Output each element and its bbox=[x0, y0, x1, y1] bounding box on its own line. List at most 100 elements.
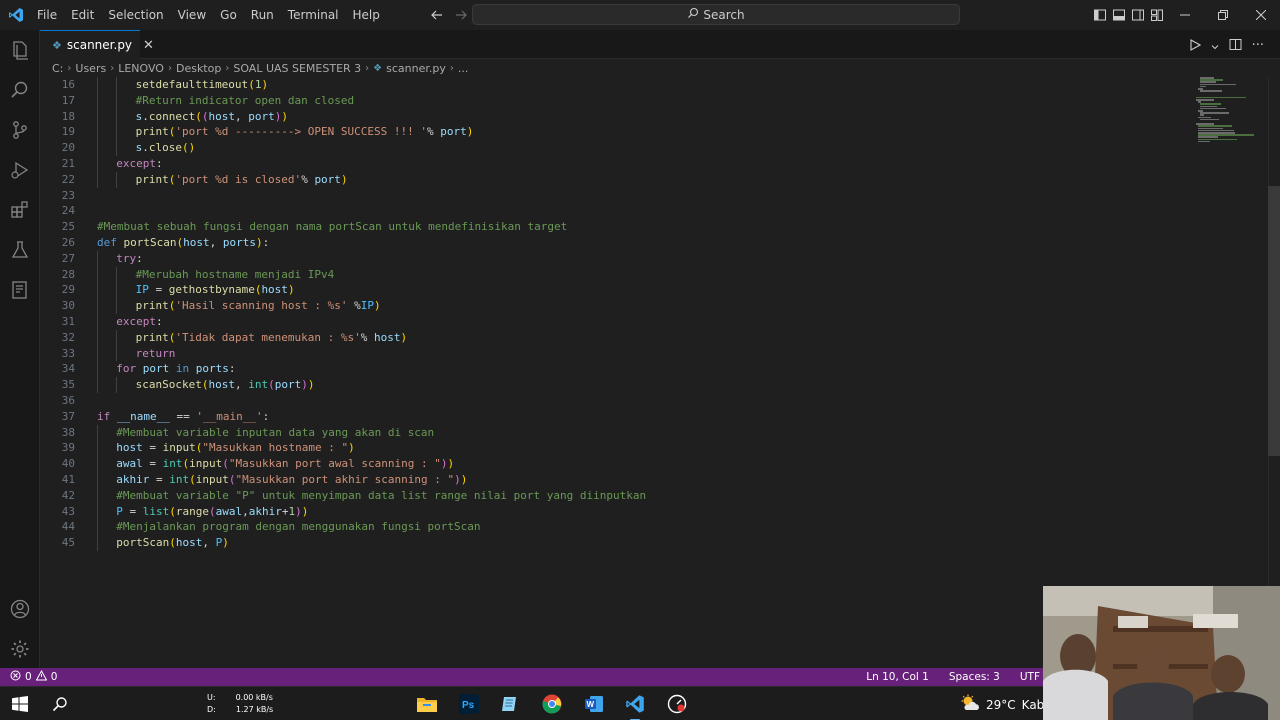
indent-guide bbox=[97, 377, 98, 393]
menu-terminal[interactable]: Terminal bbox=[281, 0, 346, 30]
menu-edit[interactable]: Edit bbox=[64, 0, 101, 30]
customize-layout-icon[interactable] bbox=[1149, 7, 1165, 23]
account-icon[interactable] bbox=[8, 597, 32, 621]
tab-scanner-py[interactable]: ❖ scanner.py ✕ bbox=[40, 30, 154, 59]
forward-arrow-icon[interactable] bbox=[452, 6, 470, 24]
breadcrumb-file[interactable]: scanner.py bbox=[386, 62, 446, 75]
word-icon[interactable]: W bbox=[582, 692, 606, 716]
back-arrow-icon[interactable] bbox=[428, 6, 446, 24]
remote-explorer-icon[interactable] bbox=[8, 278, 32, 302]
source-control-icon[interactable] bbox=[8, 118, 32, 142]
indent-guide bbox=[97, 456, 98, 472]
run-python-file-icon[interactable] bbox=[1189, 36, 1201, 55]
indent-guide bbox=[116, 329, 118, 346]
menu-view[interactable]: View bbox=[171, 0, 213, 30]
split-editor-icon[interactable] bbox=[1229, 36, 1242, 55]
windows-start-icon[interactable] bbox=[8, 692, 32, 716]
breadcrumb-drive[interactable]: C: bbox=[52, 62, 63, 75]
photoshop-icon[interactable]: Ps bbox=[457, 692, 481, 716]
line-number: 32 bbox=[61, 330, 75, 344]
minimap[interactable] bbox=[1190, 77, 1264, 197]
code-token: host bbox=[374, 330, 401, 344]
close-tab-icon[interactable]: ✕ bbox=[143, 38, 154, 53]
code-text: #Menjalankan program dengan menggunakan … bbox=[116, 519, 480, 535]
breadcrumb-separator-icon: › bbox=[167, 62, 172, 74]
weather-widget[interactable]: 29°C Kabu bbox=[960, 694, 1052, 715]
webcam-video-image bbox=[1043, 586, 1280, 720]
code-token: ) bbox=[261, 78, 269, 91]
code-token: IP bbox=[135, 283, 149, 297]
svg-text:Ps: Ps bbox=[462, 700, 475, 711]
extensions-icon[interactable] bbox=[8, 198, 32, 222]
vscode-taskbar-icon[interactable] bbox=[623, 692, 647, 720]
code-editor[interactable]: 16 setdefaulttimeout(1) 17 #Return indicato… bbox=[40, 77, 1190, 667]
code-token: def bbox=[97, 235, 124, 249]
line-number: 28 bbox=[61, 267, 75, 281]
explorer-icon[interactable] bbox=[8, 38, 32, 62]
indent-guide bbox=[116, 77, 118, 93]
breadcrumb-users[interactable]: Users bbox=[75, 62, 106, 75]
code-token: % bbox=[347, 299, 361, 313]
indent-guide bbox=[116, 282, 118, 299]
line-number: 18 bbox=[61, 109, 75, 123]
menu-selection[interactable]: Selection bbox=[101, 0, 170, 30]
code-token: except bbox=[116, 156, 157, 170]
menu-run[interactable]: Run bbox=[244, 0, 281, 30]
minimize-icon[interactable] bbox=[1166, 0, 1204, 30]
testing-flask-icon[interactable] bbox=[8, 238, 32, 262]
line-number: 34 bbox=[61, 362, 75, 376]
indent-guide bbox=[97, 313, 98, 330]
breadcrumb-symbols[interactable]: ... bbox=[458, 62, 469, 75]
search-view-icon[interactable] bbox=[8, 78, 32, 102]
menu-file[interactable]: File bbox=[30, 0, 64, 30]
code-token: = bbox=[142, 441, 163, 455]
chrome-icon[interactable] bbox=[540, 692, 564, 716]
file-explorer-icon[interactable] bbox=[415, 692, 439, 716]
code-token: ( bbox=[228, 472, 236, 486]
code-token: print bbox=[135, 172, 169, 186]
taskbar-search-icon[interactable] bbox=[48, 692, 72, 716]
line-number: 19 bbox=[61, 125, 75, 139]
close-window-icon[interactable] bbox=[1242, 0, 1280, 30]
restore-icon[interactable] bbox=[1204, 0, 1242, 30]
code-text: print('port %d ---------> OPEN SUCCESS !… bbox=[136, 124, 474, 140]
manage-gear-icon[interactable] bbox=[8, 637, 32, 661]
line-number: 22 bbox=[61, 172, 75, 186]
indent-guide bbox=[116, 377, 118, 393]
cursor-position[interactable]: Ln 10, Col 1 bbox=[866, 671, 929, 683]
code-token: ports bbox=[222, 235, 256, 249]
code-token: return bbox=[135, 346, 176, 360]
command-center-search[interactable]: Search bbox=[472, 4, 960, 25]
problems-indicator[interactable]: 0 0 bbox=[0, 669, 58, 684]
code-token: ) bbox=[454, 472, 461, 486]
code-text: except: bbox=[116, 314, 162, 330]
more-actions-icon[interactable]: ··· bbox=[1252, 39, 1264, 52]
code-token: ) bbox=[400, 330, 408, 344]
code-token: portScan bbox=[116, 536, 170, 550]
minimap-line bbox=[1200, 112, 1229, 114]
code-token: ) bbox=[447, 457, 455, 471]
menu-help[interactable]: Help bbox=[346, 0, 387, 30]
toggle-primary-sidebar-icon[interactable] bbox=[1092, 7, 1108, 23]
toggle-secondary-sidebar-icon[interactable] bbox=[1130, 7, 1146, 23]
line-number: 25 bbox=[61, 220, 75, 234]
breadcrumb-desktop[interactable]: Desktop bbox=[176, 62, 221, 75]
indentation[interactable]: Spaces: 3 bbox=[949, 671, 1000, 683]
error-icon bbox=[10, 670, 21, 684]
menu-go[interactable]: Go bbox=[213, 0, 244, 30]
code-token: ) bbox=[295, 504, 302, 518]
scrollbar-thumb[interactable] bbox=[1268, 186, 1280, 456]
notepad-icon[interactable] bbox=[498, 692, 522, 716]
screen-recorder-icon[interactable] bbox=[665, 692, 689, 716]
toggle-panel-icon[interactable] bbox=[1111, 7, 1127, 23]
line-number: 39 bbox=[61, 441, 75, 455]
breadcrumb-lenovo[interactable]: LENOVO bbox=[118, 62, 164, 75]
run-dropdown-chevron-icon[interactable] bbox=[1211, 36, 1219, 55]
indent-guide bbox=[116, 345, 118, 362]
code-token: : bbox=[156, 314, 163, 328]
encoding[interactable]: UTF bbox=[1020, 671, 1040, 683]
warning-count: 0 bbox=[50, 671, 58, 683]
run-debug-icon[interactable] bbox=[8, 158, 32, 182]
line-number: 35 bbox=[61, 378, 75, 392]
breadcrumb-folder[interactable]: SOAL UAS SEMESTER 3 bbox=[233, 62, 361, 75]
